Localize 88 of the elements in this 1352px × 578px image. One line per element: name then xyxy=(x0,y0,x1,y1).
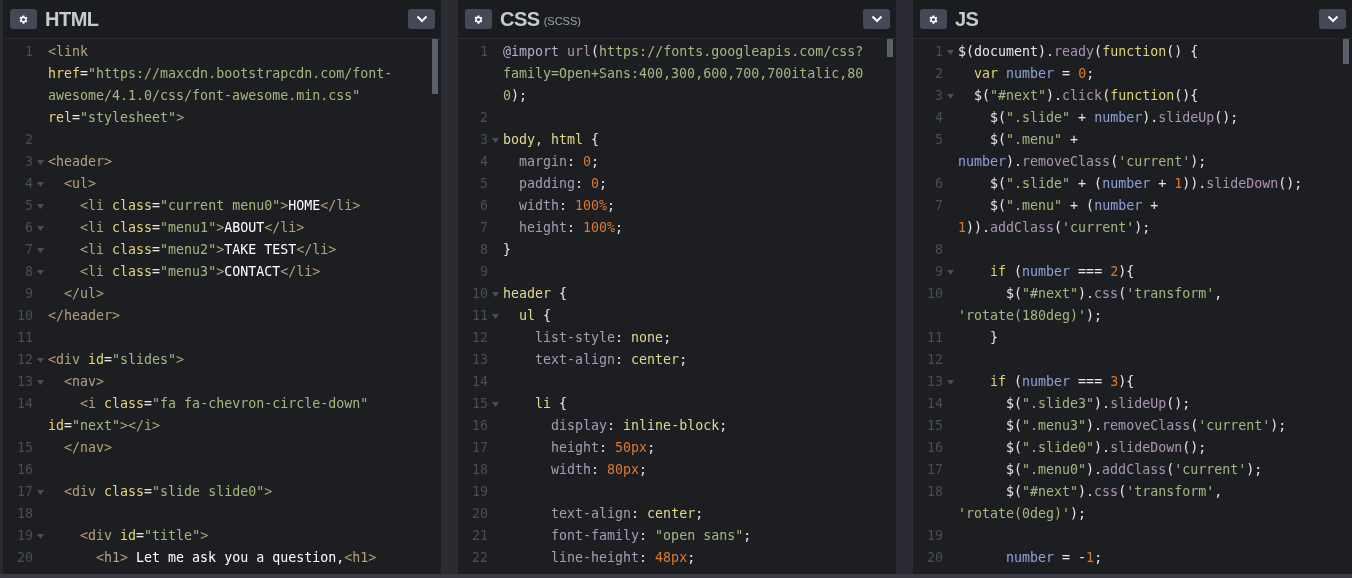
code-line: var number = 0; xyxy=(973,65,1095,83)
fold-arrow-icon[interactable] xyxy=(947,269,954,275)
code-line: } xyxy=(989,329,999,347)
code-line: $(".slide" + number).slideUp(); xyxy=(989,109,1239,127)
code-line: <nav> xyxy=(63,373,105,391)
code-line: height: 50px; xyxy=(550,439,656,457)
code-line: font-family: "open sans"; xyxy=(550,527,752,545)
chevron-down-icon xyxy=(870,15,883,23)
code-line: header { xyxy=(503,285,568,303)
pane-subtitle: (SCSS) xyxy=(543,15,581,27)
code-line: text-align: center; xyxy=(550,505,704,523)
fold-arrow-icon[interactable] xyxy=(947,379,954,385)
pane-title: HTML xyxy=(45,7,99,31)
code-line: } xyxy=(503,241,511,259)
chevron-down-icon xyxy=(415,15,428,23)
fold-arrow-icon[interactable] xyxy=(37,159,44,165)
code-line: @import url(https://fonts.googleapis.com/css? family=Open+Sans:400,300,600,700,700italic,80 0); xyxy=(503,43,864,105)
code-line: $(".menu0").addClass('current'); xyxy=(1005,461,1263,479)
code-line: <li class="menu3">CONTACT</li> xyxy=(79,263,321,281)
code-line: if (number === 3){ xyxy=(989,373,1135,391)
fold-arrow-icon[interactable] xyxy=(37,357,44,363)
settings-icon xyxy=(473,13,484,25)
settings-button[interactable] xyxy=(465,9,492,29)
code-line: <h1> Let me ask you a question,<h1> xyxy=(95,549,377,567)
fold-arrow-icon[interactable] xyxy=(37,181,44,187)
code-line: number = -1; xyxy=(1005,549,1103,567)
code-line: <ul> xyxy=(63,175,97,193)
settings-icon xyxy=(928,13,939,25)
code-line: line-height: 48px; xyxy=(550,549,696,567)
code-line: <li class="menu2">TAKE TEST</li> xyxy=(79,241,337,259)
code-line: $("#next").click(function(){ xyxy=(973,87,1199,105)
chevron-down-icon xyxy=(1326,15,1339,23)
scrollbar-thumb[interactable] xyxy=(432,39,438,94)
code-line: width: 80px; xyxy=(550,461,648,479)
code-line: display: inline-block; xyxy=(550,417,728,435)
code-line: $("#next").css('transform', 'rotate(180deg)'); xyxy=(958,285,1223,325)
code-line: padding: 0; xyxy=(518,175,608,193)
code-line: $(".menu3").removeClass('current'); xyxy=(1005,417,1287,435)
code-line: ul { xyxy=(518,307,552,325)
fold-arrow-icon[interactable] xyxy=(492,137,499,143)
code-line: <div class="slide slide0"> xyxy=(63,483,273,501)
collapse-button[interactable] xyxy=(863,9,890,29)
code-line: </header> xyxy=(48,307,121,325)
code-line: <i class="fa fa-chevron-circle-down" id="next"></i> xyxy=(48,395,369,435)
code-line: <li class="current menu0">HOME</li> xyxy=(79,197,361,215)
fold-arrow-icon[interactable] xyxy=(37,269,44,275)
fold-arrow-icon[interactable] xyxy=(492,291,499,297)
code-line: $(document).ready(function() { xyxy=(958,43,1199,61)
code-line: </ul> xyxy=(63,285,105,303)
code-line: <link href="https://maxcdn.bootstrapcdn.com/font- awesome/4.1.0/css/font-awesome.min.css" rel="stylesheet"> xyxy=(48,43,393,127)
settings-icon xyxy=(18,13,29,25)
code-line: $(".slide3").slideUp(); xyxy=(1005,395,1191,413)
scrollbar-thumb[interactable] xyxy=(887,39,893,57)
code-line: width: 100%; xyxy=(518,197,616,215)
code-line: $(".menu" + number).removeClass('current'); xyxy=(958,131,1207,171)
pane-title: JS xyxy=(955,7,979,31)
pane-title: CSS xyxy=(500,7,540,31)
fold-arrow-icon[interactable] xyxy=(37,203,44,209)
code-line: $(".menu" + (number + 1)).addClass('current'); xyxy=(958,197,1159,237)
code-line: if (number === 2){ xyxy=(989,263,1135,281)
code-line: <div id="slides"> xyxy=(48,351,185,369)
settings-button[interactable] xyxy=(920,9,947,29)
fold-arrow-icon[interactable] xyxy=(37,225,44,231)
code-line: height: 100%; xyxy=(518,219,624,237)
code-line: $(".slide0").slideDown(); xyxy=(1005,439,1207,457)
code-line: li { xyxy=(534,395,568,413)
code-line: $("#next").css('transform', 'rotate(0deg)'); xyxy=(958,483,1223,523)
fold-arrow-icon[interactable] xyxy=(947,93,954,99)
code-line: text-align: center; xyxy=(534,351,688,369)
code-line: <div id="title"> xyxy=(79,527,209,545)
collapse-button[interactable] xyxy=(408,9,435,29)
code-line: <header> xyxy=(48,153,113,171)
fold-arrow-icon[interactable] xyxy=(37,533,44,539)
code-line: list-style: none; xyxy=(534,329,672,347)
fold-arrow-icon[interactable] xyxy=(947,49,954,55)
code-line: </nav> xyxy=(63,439,113,457)
code-line: margin: 0; xyxy=(518,153,600,171)
fold-arrow-icon[interactable] xyxy=(492,401,499,407)
fold-arrow-icon[interactable] xyxy=(37,247,44,253)
fold-arrow-icon[interactable] xyxy=(37,489,44,495)
code-line: <li class="menu1">ABOUT</li> xyxy=(79,219,305,237)
code-line: $(".slide" + (number + 1)).slideDown(); xyxy=(989,175,1303,193)
collapse-button[interactable] xyxy=(1319,9,1346,29)
scrollbar-thumb[interactable] xyxy=(1343,39,1349,64)
fold-arrow-icon[interactable] xyxy=(37,379,44,385)
settings-button[interactable] xyxy=(10,9,37,29)
code-line: body, html { xyxy=(503,131,600,149)
fold-arrow-icon[interactable] xyxy=(492,313,499,319)
